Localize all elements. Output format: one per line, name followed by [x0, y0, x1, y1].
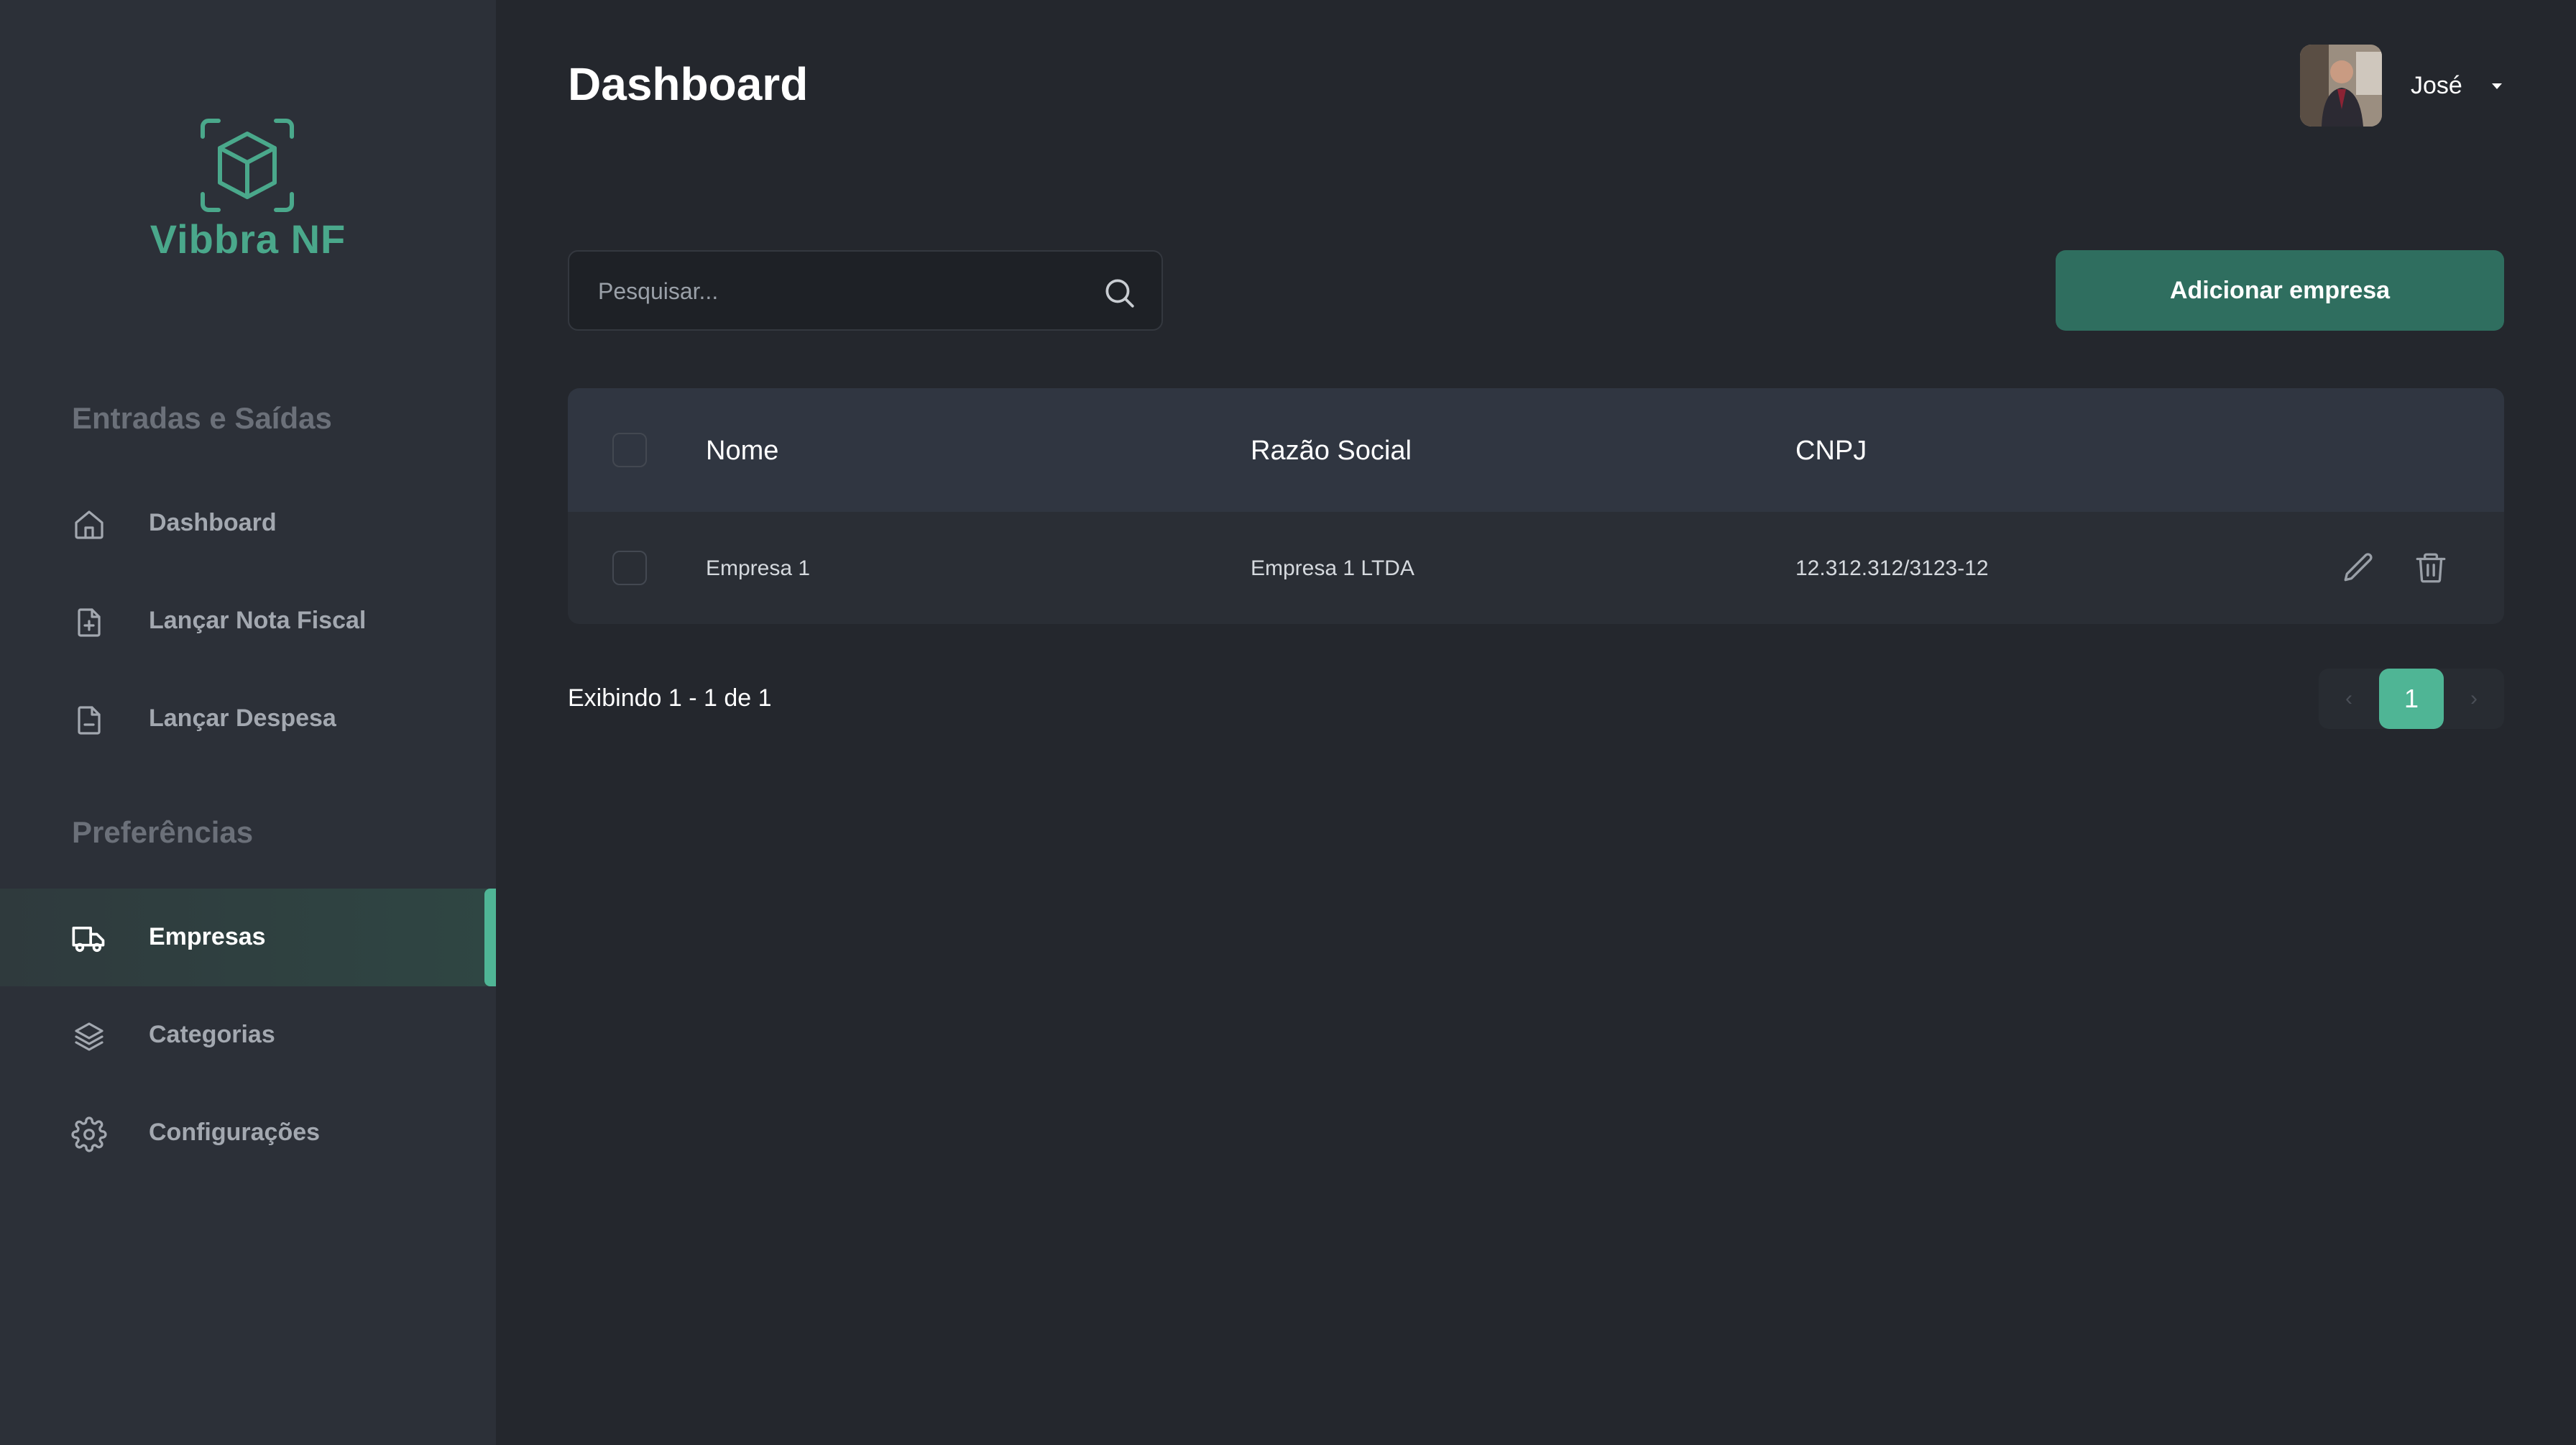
cube-logo-icon — [201, 119, 294, 212]
section-title-preferencias: Preferências — [72, 815, 254, 849]
sidebar-item-label: Lançar Nota Fiscal — [149, 607, 367, 634]
page-button-current[interactable]: 1 — [2379, 669, 2444, 729]
user-menu[interactable]: José — [2300, 45, 2508, 127]
avatar[interactable] — [2300, 45, 2382, 127]
search-input[interactable] — [598, 272, 1058, 311]
brand-name: Vibbra NF — [150, 216, 346, 262]
truck-icon — [70, 920, 108, 958]
pagination: ‹ 1 › — [2319, 669, 2504, 729]
sidebar-item-label: Empresas — [149, 923, 266, 950]
cell-nome: Empresa 1 — [706, 556, 811, 580]
file-plus-icon — [70, 604, 108, 641]
table-row[interactable]: Empresa 1 Empresa 1 LTDA 12.312.312/3123… — [568, 512, 2504, 624]
trash-icon — [2416, 553, 2446, 583]
user-name[interactable]: José — [2411, 72, 2462, 100]
sidebar-item-label: Dashboard — [149, 509, 277, 536]
pencil-icon — [2344, 553, 2373, 582]
sidebar-item-lancar-despesa[interactable]: Lançar Despesa — [0, 670, 496, 768]
sidebar-item-label: Configurações — [149, 1119, 321, 1146]
select-all-checkbox[interactable] — [612, 433, 647, 467]
cell-razao-social: Empresa 1 LTDA — [1251, 556, 1414, 580]
sidebar-item-dashboard[interactable]: Dashboard — [0, 474, 496, 572]
sidebar-item-label: Categorias — [149, 1021, 275, 1048]
sidebar-item-categorias[interactable]: Categorias — [0, 986, 496, 1084]
prev-page-button[interactable]: ‹ — [2319, 669, 2379, 729]
search-box — [568, 250, 1163, 331]
layers-icon — [70, 1018, 108, 1055]
cell-cnpj: 12.312.312/3123-12 — [1795, 556, 1989, 580]
row-checkbox[interactable] — [612, 551, 647, 585]
companies-table: Nome Razão Social CNPJ Empresa 1 Empresa… — [568, 388, 2504, 624]
sidebar-item-label: Lançar Despesa — [149, 705, 336, 732]
page-title: Dashboard — [568, 58, 809, 110]
home-icon — [70, 506, 108, 543]
search-icon[interactable] — [1101, 275, 1137, 311]
sidebar: Vibbra NF Entradas e Saídas Dashboard La… — [0, 0, 496, 1445]
delete-button[interactable] — [2411, 548, 2451, 588]
pagination-summary: Exibindo 1 - 1 de 1 — [568, 684, 772, 712]
user-photo-icon — [2300, 45, 2382, 127]
edit-button[interactable] — [2339, 548, 2379, 588]
chevron-down-icon[interactable] — [2490, 81, 2504, 92]
sidebar-item-empresas[interactable]: Empresas — [0, 889, 496, 986]
file-minus-icon — [70, 702, 108, 739]
column-header-nome[interactable]: Nome — [706, 436, 778, 467]
column-header-razao-social[interactable]: Razão Social — [1251, 436, 1412, 467]
section-title-entradas: Entradas e Saídas — [72, 401, 332, 435]
next-page-button[interactable]: › — [2444, 669, 2504, 729]
sidebar-item-lancar-nota-fiscal[interactable]: Lançar Nota Fiscal — [0, 572, 496, 670]
table-header: Nome Razão Social CNPJ — [568, 388, 2504, 512]
gear-icon — [70, 1116, 108, 1153]
column-header-cnpj[interactable]: CNPJ — [1795, 436, 1867, 467]
sidebar-item-configuracoes[interactable]: Configurações — [0, 1084, 496, 1182]
brand-logo[interactable]: Vibbra NF — [144, 115, 352, 266]
add-company-button[interactable]: Adicionar empresa — [2056, 250, 2504, 331]
app: Vibbra NF Entradas e Saídas Dashboard La… — [0, 0, 2576, 1445]
